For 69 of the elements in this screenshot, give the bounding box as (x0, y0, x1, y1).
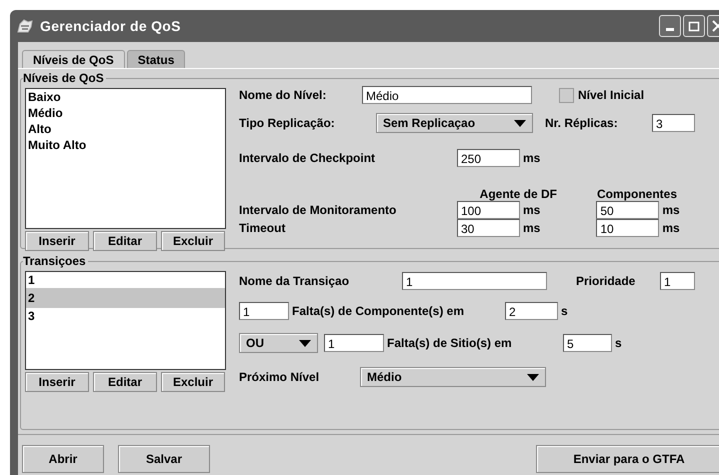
input-field[interactable]: 1 (324, 334, 384, 352)
tab[interactable]: Status (126, 50, 186, 68)
send-button[interactable]: Enviar para o GTFA (536, 445, 719, 473)
unit-label: ms (523, 221, 540, 235)
list-box[interactable]: Baixo Médio Alto Muito Alto (25, 88, 226, 229)
action-button[interactable]: Inserir (25, 372, 89, 392)
window-title: Gerenciador de QoS (40, 18, 181, 34)
field-label: Timeout (239, 221, 286, 235)
dropdown[interactable]: Sem Replicaçao (376, 113, 533, 133)
group-title: Níveis de QoS (23, 71, 105, 85)
field-label: Próximo Nível (239, 370, 320, 384)
caret-icon (527, 374, 539, 380)
list-item[interactable]: Baixo (26, 89, 225, 105)
list-item[interactable]: Alto (26, 121, 225, 137)
caret-icon (299, 340, 311, 346)
list-item[interactable]: 1 (26, 272, 225, 288)
input-field[interactable]: 30 (457, 219, 520, 237)
field-label: Nr. Réplicas: (545, 116, 619, 130)
action-button[interactable]: Excluir (161, 231, 225, 251)
maximize-icon (688, 20, 700, 32)
footer-button[interactable]: Salvar (118, 445, 210, 473)
checkbox-label: Nível Inicial (578, 88, 644, 102)
unit-label: ms (662, 221, 680, 235)
unit-label: s (561, 304, 568, 318)
field-label: Falta(s) de Componente(s) em (292, 304, 466, 318)
field-label: Nome do Nível: (239, 88, 328, 102)
list-item[interactable]: 2 (26, 288, 225, 308)
input-field[interactable]: 100 (457, 201, 520, 219)
minimize-button[interactable] (659, 15, 681, 37)
input-field[interactable]: 1 (660, 272, 695, 290)
field-label: Falta(s) de Sitio(s) em (387, 336, 513, 350)
list-box[interactable]: 1 2 3 (25, 271, 226, 370)
field-label: Nome da Transiçao (239, 274, 350, 288)
checkbox[interactable] (559, 88, 574, 102)
column-header: Componentes (597, 187, 678, 201)
field-label: Prioridade (576, 274, 636, 288)
dropdown[interactable]: Médio (360, 367, 546, 387)
tab[interactable]: Níveis de QoS (22, 50, 125, 68)
list-item[interactable]: 3 (26, 308, 225, 324)
action-button[interactable]: Excluir (161, 372, 225, 392)
group-title: Transiçoes (23, 254, 87, 268)
input-field[interactable]: 50 (596, 201, 660, 219)
action-button[interactable]: Inserir (25, 231, 89, 251)
input-field[interactable]: 2 (505, 302, 558, 320)
list-item[interactable]: Médio (26, 105, 225, 121)
caret-icon (514, 120, 526, 126)
action-button[interactable]: Editar (93, 231, 157, 251)
unit-label: ms (523, 151, 540, 165)
app-icon (16, 18, 34, 34)
input-field[interactable]: 10 (596, 219, 660, 237)
input-field[interactable]: 5 (563, 334, 612, 352)
input-field[interactable]: 3 (652, 114, 695, 132)
input-field[interactable]: 250 (457, 149, 520, 167)
input-field[interactable]: Médio (362, 86, 532, 104)
minimize-icon (666, 28, 674, 31)
maximize-button[interactable] (683, 15, 705, 37)
column-header: Agente de DF (478, 187, 557, 201)
field-label: Tipo Replicação: (239, 116, 336, 130)
unit-label: s (615, 336, 622, 350)
footer-button[interactable]: Abrir (22, 445, 104, 473)
input-field[interactable]: 1 (402, 272, 547, 290)
unit-label: ms (662, 203, 680, 217)
list-item[interactable]: Muito Alto (26, 137, 225, 153)
field-label: Intervalo de Monitoramento (239, 203, 398, 217)
field-label: Intervalo de Checkpoint (239, 151, 376, 165)
unit-label: ms (523, 203, 540, 217)
input-field[interactable]: 1 (239, 302, 289, 320)
action-button[interactable]: Editar (93, 372, 157, 392)
dropdown[interactable]: OU (239, 333, 318, 353)
